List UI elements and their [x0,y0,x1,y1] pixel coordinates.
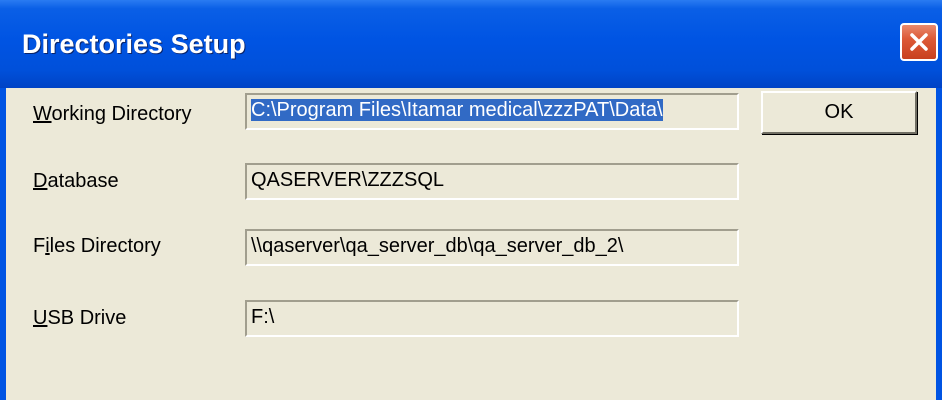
close-button[interactable] [900,23,938,61]
files-directory-label-pre: F [33,235,46,257]
usb-drive-value: F:\ [251,306,275,328]
ok-button[interactable]: OK [761,91,917,134]
dialog-client-area: Working Directory C:\Program Files\Itama… [6,88,936,400]
working-directory-value: C:\Program Files\Itamar medical\zzzPAT\D… [251,99,663,121]
usb-drive-label: USB Drive [33,305,126,331]
usb-drive-label-text: SB Drive [47,307,127,329]
window-title: Directories Setup [22,29,246,59]
working-directory-mnemonic: W [33,103,52,125]
usb-drive-mnemonic: U [33,307,48,329]
dialog-window: Directories Setup Working Directory C:\P… [0,0,942,400]
working-directory-label: Working Directory [33,101,192,127]
files-directory-label: Files Directory [33,233,161,259]
usb-drive-field[interactable]: F:\ [245,300,739,337]
files-directory-label-text: les Directory [49,235,161,257]
close-icon [908,31,930,53]
files-directory-value: \\qaserver\qa_server_db\qa_server_db_2\ [251,235,624,257]
working-directory-label-text: orking Directory [51,103,192,125]
database-value: QASERVER\ZZZSQL [251,169,445,191]
title-bar[interactable]: Directories Setup [0,0,942,88]
database-label-text: atabase [47,170,119,192]
working-directory-field[interactable]: C:\Program Files\Itamar medical\zzzPAT\D… [245,93,739,130]
files-directory-field[interactable]: \\qaserver\qa_server_db\qa_server_db_2\ [245,229,739,266]
database-field[interactable]: QASERVER\ZZZSQL [245,163,739,200]
database-mnemonic: D [33,170,48,192]
database-label: Database [33,168,119,194]
